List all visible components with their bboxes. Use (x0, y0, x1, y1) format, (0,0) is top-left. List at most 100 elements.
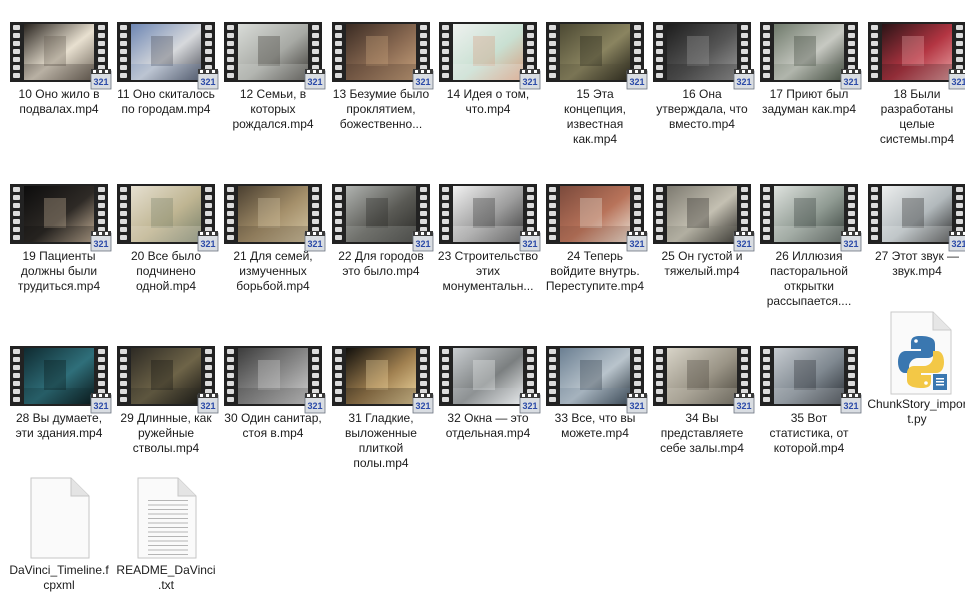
file-item[interactable]: 321 22 Для городов это было.mp4 (330, 168, 434, 279)
media-player-classic-badge-icon: 321 (840, 393, 862, 414)
file-name-label: 13 Безумие было проклятием, божественно.… (332, 87, 430, 131)
svg-text:321: 321 (200, 77, 215, 87)
svg-text:321: 321 (307, 77, 322, 87)
file-item[interactable]: 321 31 Гладкие, выложенные плиткой полы.m… (330, 330, 434, 471)
file-item[interactable]: 321 19 Пациенты должны были трудиться.mp4 (8, 168, 112, 294)
video-thumbnail: 321 (546, 22, 648, 90)
file-item[interactable]: 321 11 Оно скиталось по городам.mp4 (115, 6, 219, 117)
file-item[interactable]: 321 30 Один санитар, стоя в.mp4 (222, 330, 326, 441)
file-item[interactable]: 321 26 Иллюзия пасторальной открытки расс… (758, 168, 862, 309)
file-name-label: 25 Он густой и тяжелый.mp4 (661, 249, 743, 278)
media-player-classic-badge-icon: 321 (304, 69, 326, 90)
file-name-label: 27 Этот звук — звук.mp4 (874, 249, 960, 278)
svg-text:321: 321 (843, 239, 858, 249)
file-item[interactable]: 321 12 Семьи, в которых рождался.mp4 (222, 6, 326, 132)
svg-text:321: 321 (93, 401, 108, 411)
svg-text:321: 321 (522, 239, 537, 249)
file-name-label: 35 Вот статистика, от которой.mp4 (769, 411, 849, 455)
media-player-classic-badge-icon: 321 (733, 231, 755, 252)
file-name-label: 28 Вы думаете, эти здания.mp4 (15, 411, 103, 440)
video-thumbnail: 321 (224, 346, 326, 414)
media-player-classic-badge-icon: 321 (90, 69, 112, 90)
file-item[interactable]: 321 24 Теперь войдите внутрь. Переступите… (544, 168, 648, 294)
file-item[interactable]: 321 35 Вот статистика, от которой.mp4 (758, 330, 862, 456)
file-item[interactable]: 321 25 Он густой и тяжелый.mp4 (651, 168, 755, 279)
file-item[interactable]: 321 28 Вы думаете, эти здания.mp4 (8, 330, 112, 441)
file-item[interactable]: 321 17 Приют был задуман как.mp4 (758, 6, 862, 117)
file-name-label: 24 Теперь войдите внутрь. Переступите.mp… (545, 249, 645, 293)
file-item[interactable]: 321 34 Вы представляете себе залы.mp4 (651, 330, 755, 456)
file-item[interactable]: 321 16 Она утверждала, что вместо.mp4 (651, 6, 755, 132)
svg-text:321: 321 (522, 77, 537, 87)
file-name-label: 10 Оно жило в подвалах.mp4 (18, 87, 100, 116)
file-item[interactable]: 321 14 Идея о том, что.mp4 (437, 6, 541, 117)
media-player-classic-badge-icon: 321 (90, 393, 112, 414)
file-name-label: 21 Для семей, измученных борьбой.mp4 (233, 249, 313, 293)
video-thumbnail: 321 (10, 22, 112, 90)
media-player-classic-badge-icon: 321 (197, 231, 219, 252)
video-thumbnail: 321 (332, 184, 434, 252)
media-player-classic-badge-icon: 321 (304, 231, 326, 252)
file-name-label: 18 Были разработаны целые системы.mp4 (879, 87, 955, 146)
svg-text:321: 321 (200, 239, 215, 249)
svg-text:321: 321 (93, 77, 108, 87)
file-item[interactable]: 321 13 Безумие было проклятием, божествен… (330, 6, 434, 132)
video-thumbnail: 321 (10, 346, 112, 414)
file-name-label: 31 Гладкие, выложенные плиткой полы.mp4 (345, 411, 417, 470)
file-name-label: 19 Пациенты должны были трудиться.mp4 (17, 249, 101, 293)
file-name-label: README_DaVinci.txt (116, 563, 216, 592)
video-thumbnail: 321 (224, 22, 326, 90)
file-item[interactable]: README_DaVinci.txt (115, 476, 217, 593)
file-item[interactable]: 321 32 Окна — это отдельная.mp4 (437, 330, 541, 441)
video-thumbnail: 321 (653, 22, 755, 90)
file-item[interactable]: 321 33 Все, что вы можете.mp4 (544, 330, 648, 441)
video-thumbnail: 321 (439, 184, 541, 252)
svg-text:321: 321 (736, 401, 751, 411)
video-thumbnail: 321 (439, 22, 541, 90)
file-item[interactable]: 321 15 Эта концепция, известная как.mp4 (544, 6, 648, 147)
svg-text:321: 321 (415, 239, 430, 249)
media-player-classic-badge-icon: 321 (519, 69, 541, 90)
file-item[interactable]: ChunkStory_import.py (866, 310, 965, 427)
file-name-label: 20 Все было подчинено одной.mp4 (130, 249, 201, 293)
file-item[interactable]: 321 23 Строительство этих монументальн... (437, 168, 541, 294)
media-player-classic-badge-icon: 321 (626, 69, 648, 90)
video-thumbnail: 321 (439, 346, 541, 414)
file-item[interactable]: 321 21 Для семей, измученных борьбой.mp4 (222, 168, 326, 294)
media-player-classic-badge-icon: 321 (626, 231, 648, 252)
svg-text:321: 321 (307, 401, 322, 411)
file-name-label: 15 Эта концепция, известная как.mp4 (563, 87, 626, 146)
file-item[interactable]: 321 10 Оно жило в подвалах.mp4 (8, 6, 112, 117)
file-item[interactable]: 321 18 Были разработаны целые системы.mp4 (866, 6, 965, 147)
file-name-label: DaVinci_Timeline.fcpxml (9, 563, 109, 592)
file-item[interactable]: 321 27 Этот звук — звук.mp4 (866, 168, 965, 279)
file-name-label: 17 Приют был задуман как.mp4 (761, 87, 857, 116)
video-thumbnail: 321 (760, 184, 862, 252)
file-name-label: 29 Длинные, как ружейные стволы.mp4 (120, 411, 212, 455)
media-player-classic-badge-icon: 321 (840, 69, 862, 90)
file-item[interactable]: 321 20 Все было подчинено одной.mp4 (115, 168, 219, 294)
media-player-classic-badge-icon: 321 (519, 393, 541, 414)
media-player-classic-badge-icon: 321 (519, 231, 541, 252)
svg-text:321: 321 (307, 239, 322, 249)
video-thumbnail: 321 (653, 346, 755, 414)
generic-file-icon (27, 476, 91, 559)
python-file-icon (885, 310, 952, 395)
file-item[interactable]: 321 29 Длинные, как ружейные стволы.mp4 (115, 330, 219, 456)
file-item[interactable]: DaVinci_Timeline.fcpxml (8, 476, 110, 593)
file-name-label: 32 Окна — это отдельная.mp4 (445, 411, 531, 440)
svg-text:321: 321 (629, 401, 644, 411)
media-player-classic-badge-icon: 321 (197, 393, 219, 414)
svg-text:321: 321 (843, 77, 858, 87)
svg-text:321: 321 (629, 239, 644, 249)
file-name-label: 30 Один санитар, стоя в.mp4 (224, 411, 322, 440)
file-name-label: 11 Оно скиталось по городам.mp4 (117, 87, 215, 116)
video-thumbnail: 321 (224, 184, 326, 252)
video-thumbnail: 321 (117, 184, 219, 252)
file-name-label: 12 Семьи, в которых рождался.mp4 (232, 87, 314, 131)
file-name-label: ChunkStory_import.py (867, 397, 965, 426)
media-player-classic-badge-icon: 321 (840, 231, 862, 252)
media-player-classic-badge-icon: 321 (197, 69, 219, 90)
media-player-classic-badge-icon: 321 (412, 69, 434, 90)
video-thumbnail: 321 (868, 22, 965, 90)
